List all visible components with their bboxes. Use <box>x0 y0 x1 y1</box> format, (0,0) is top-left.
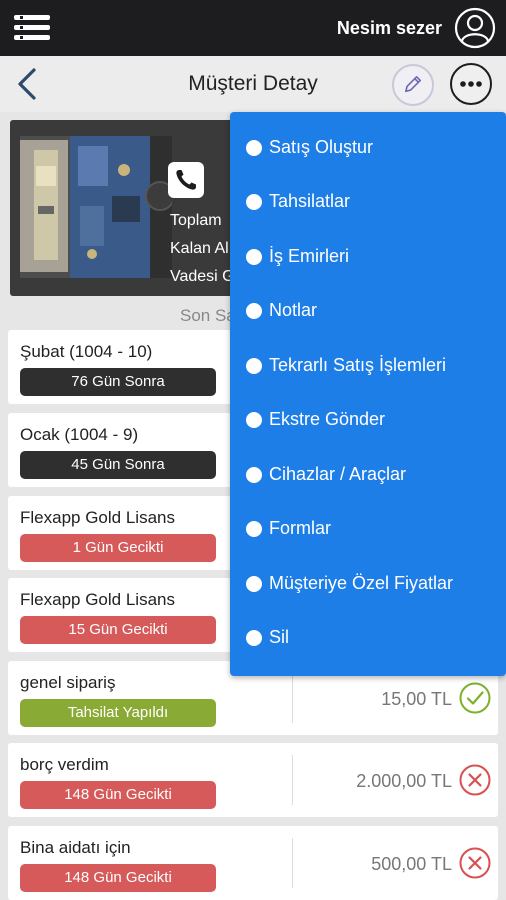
more-options-button[interactable] <box>450 63 492 105</box>
row-title: Flexapp Gold Lisans <box>20 590 175 609</box>
row-amount: 15,00 TL <box>381 689 452 709</box>
list-item[interactable]: borç verdim 148 Gün Gecikti 2.000,00 TL <box>8 743 498 817</box>
radio-icon <box>246 249 262 265</box>
menu-item-cihazlar[interactable]: Cihazlar / Araçlar <box>230 453 506 497</box>
app-bar: Nesim sezer <box>0 0 506 56</box>
list-item[interactable]: Bina aidatı için 148 Gün Gecikti 500,00 … <box>8 826 498 900</box>
hamburger-icon[interactable] <box>14 14 50 42</box>
user-circle-icon[interactable] <box>454 7 496 49</box>
radio-icon <box>246 630 262 646</box>
radio-icon <box>246 303 262 319</box>
device-image <box>20 136 172 278</box>
options-menu: Satış Oluştur Tahsilatlar İş Emirleri No… <box>230 112 506 676</box>
row-divider <box>292 673 293 723</box>
radio-icon <box>246 358 262 374</box>
customer-remaining: Kalan Al <box>170 240 229 257</box>
row-amount: 2.000,00 TL <box>356 771 452 791</box>
user-name: Nesim sezer <box>336 18 442 38</box>
menu-item-label: Satış Oluştur <box>269 137 374 157</box>
menu-item-label: Müşteriye Özel Fiyatlar <box>269 573 454 593</box>
row-divider <box>292 755 293 805</box>
radio-icon <box>246 467 262 483</box>
status-badge: 76 Gün Sonra <box>20 368 216 396</box>
customer-due: Vadesi G <box>170 268 235 285</box>
row-divider <box>292 838 293 888</box>
menu-item-sil[interactable]: Sil <box>230 616 506 660</box>
x-circle-icon <box>459 847 491 879</box>
status-badge: 148 Gün Gecikti <box>20 864 216 892</box>
menu-item-tekrarli-satis[interactable]: Tekrarlı Satış İşlemleri <box>230 344 506 388</box>
status-badge: 15 Gün Gecikti <box>20 616 216 644</box>
menu-item-label: Notlar <box>269 300 318 320</box>
edit-button[interactable] <box>392 64 434 106</box>
status-badge: 45 Gün Sonra <box>20 451 216 479</box>
menu-item-label: Ekstre Gönder <box>269 409 386 429</box>
menu-item-notlar[interactable]: Notlar <box>230 289 506 333</box>
status-badge: 1 Gün Gecikti <box>20 534 216 562</box>
menu-item-label: İş Emirleri <box>269 246 349 266</box>
radio-icon <box>246 194 262 210</box>
call-button[interactable] <box>168 162 204 198</box>
menu-item-label: Tahsilatlar <box>269 191 351 211</box>
phone-icon <box>176 170 196 190</box>
radio-icon <box>246 521 262 537</box>
menu-item-formlar[interactable]: Formlar <box>230 507 506 551</box>
menu-item-is-emirleri[interactable]: İş Emirleri <box>230 235 506 279</box>
check-circle-icon <box>459 682 491 714</box>
pencil-icon <box>404 76 422 93</box>
row-title: Bina aidatı için <box>20 838 131 857</box>
status-badge: 148 Gün Gecikti <box>20 781 216 809</box>
menu-item-label: Sil <box>269 627 290 647</box>
menu-item-label: Tekrarlı Satış İşlemleri <box>269 355 447 375</box>
status-badge: Tahsilat Yapıldı <box>20 699 216 727</box>
row-title: Şubat (1004 - 10) <box>20 342 153 361</box>
more-horizontal-icon <box>460 81 482 87</box>
row-title: Flexapp Gold Lisans <box>20 508 175 527</box>
customer-total: Toplam <box>170 212 222 229</box>
row-amount: 500,00 TL <box>371 854 452 874</box>
menu-item-ekstre-gonder[interactable]: Ekstre Gönder <box>230 398 506 442</box>
x-circle-icon <box>459 764 491 796</box>
menu-item-label: Cihazlar / Araçlar <box>269 464 407 484</box>
radio-icon <box>246 140 262 156</box>
customer-photo <box>20 136 172 278</box>
menu-item-ozel-fiyatlar[interactable]: Müşteriye Özel Fiyatlar <box>230 562 506 606</box>
row-title: Ocak (1004 - 9) <box>20 425 139 444</box>
row-title: genel sipariş <box>20 673 116 692</box>
radio-icon <box>246 412 262 428</box>
row-title: borç verdim <box>20 755 109 774</box>
menu-item-label: Formlar <box>269 518 331 538</box>
menu-item-satis-olustur[interactable]: Satış Oluştur <box>230 126 506 170</box>
menu-item-tahsilatlar[interactable]: Tahsilatlar <box>230 180 506 224</box>
radio-icon <box>246 576 262 592</box>
section-label: Son Sa <box>180 306 236 325</box>
